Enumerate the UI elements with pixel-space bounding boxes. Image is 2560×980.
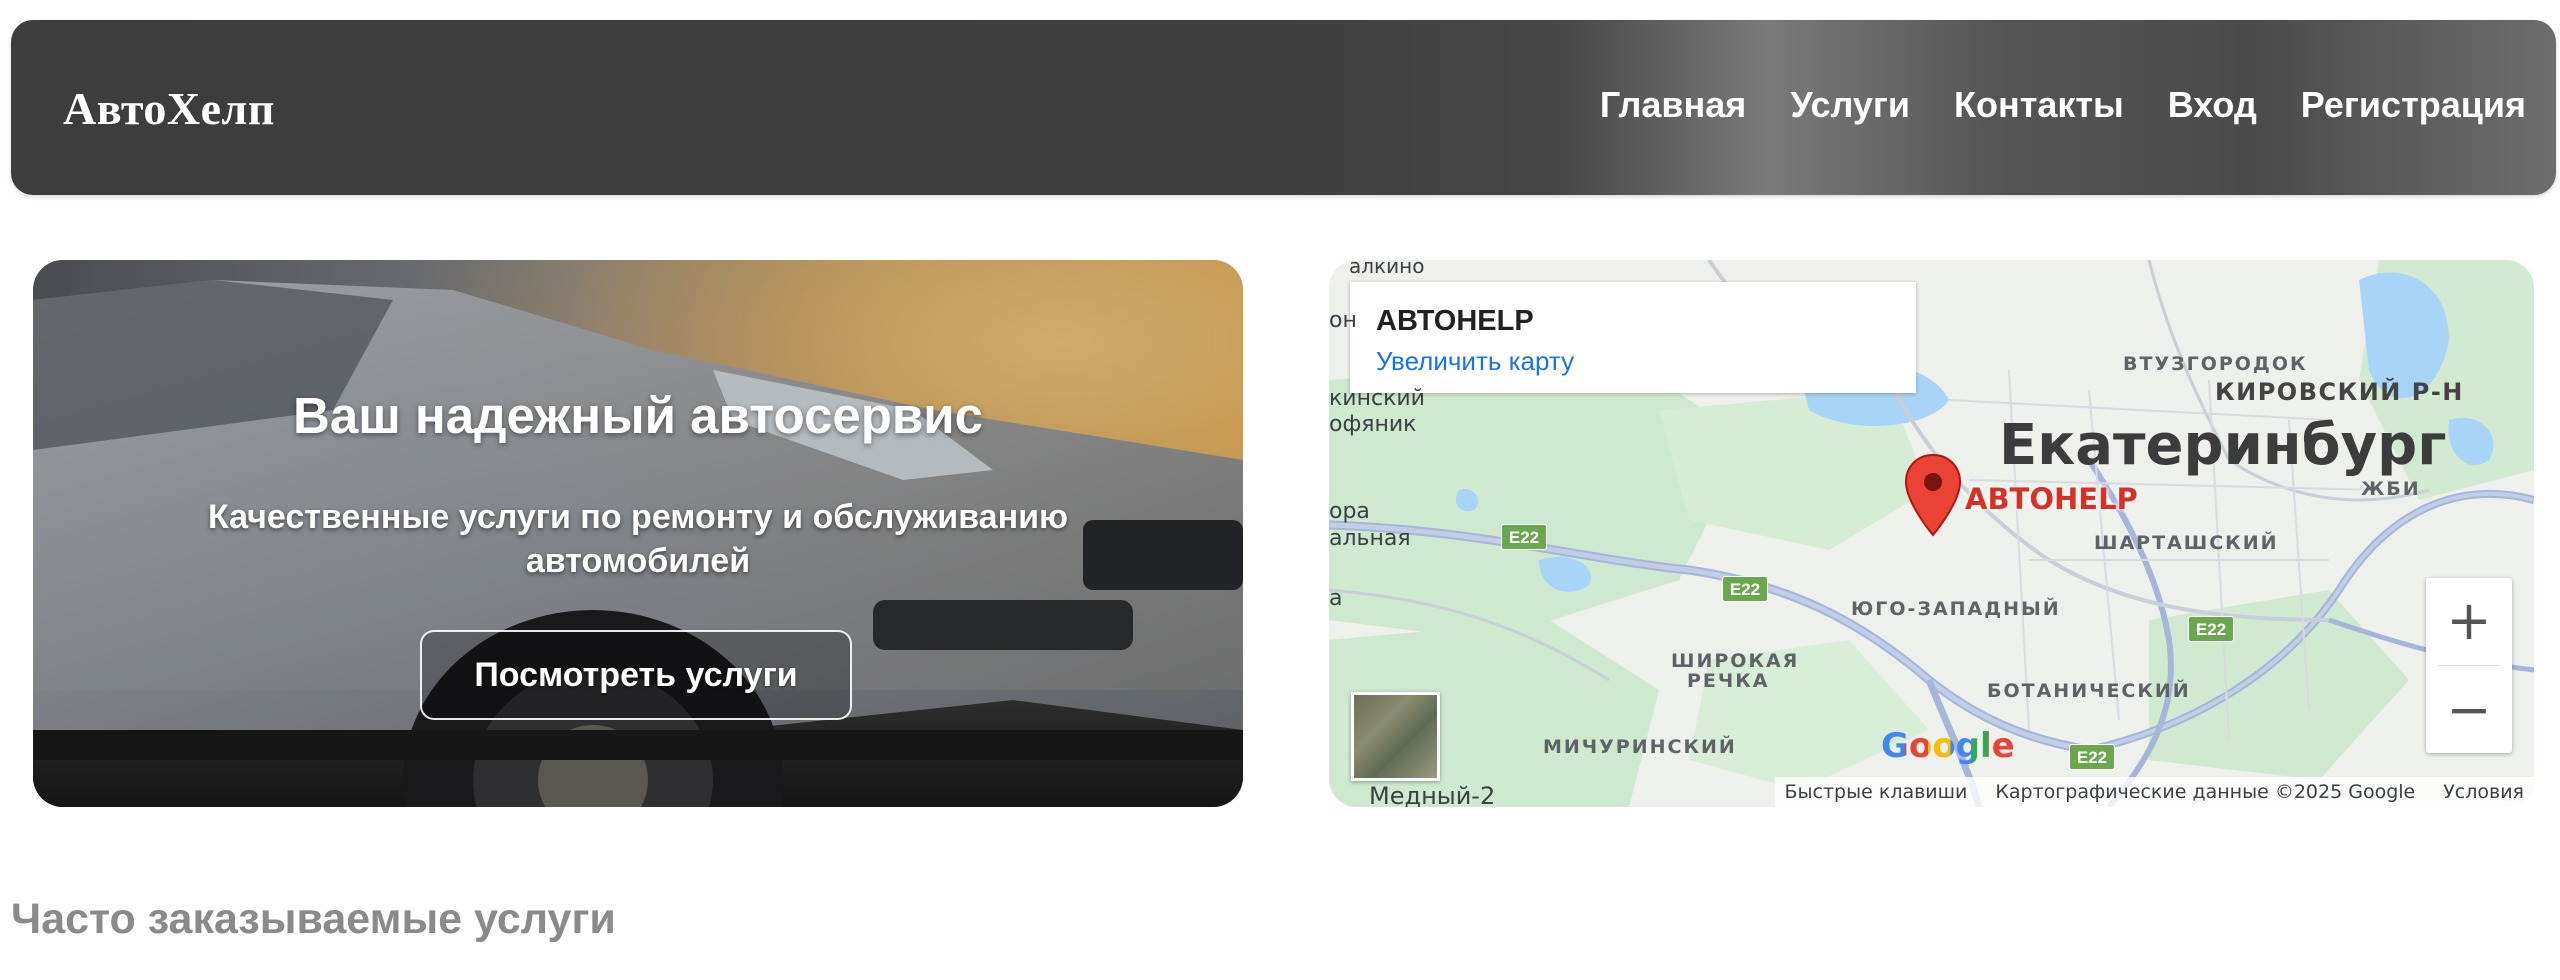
popular-services-heading: Часто заказываемые услуги bbox=[11, 895, 616, 943]
map-edge-label: альная bbox=[1329, 526, 1411, 551]
zoom-divider bbox=[2438, 665, 2500, 666]
keyboard-shortcuts-link[interactable]: Быстрые клавиши bbox=[1785, 781, 1968, 803]
map-embed[interactable]: АВТОHELP Увеличить карту алкино он кинск… bbox=[1329, 260, 2534, 807]
hero-subtitle: Качественные услуги по ремонту и обслужи… bbox=[207, 498, 1069, 580]
road-badge: E22 bbox=[2188, 616, 2234, 642]
hero-banner: Ваш надежный автосервис Качественные усл… bbox=[33, 260, 1243, 807]
map-pin-icon[interactable] bbox=[1903, 453, 1963, 537]
hero-title: Ваш надежный автосервис bbox=[293, 387, 983, 444]
site-header: АвтоХелп Главная Услуги Контакты Вход Ре… bbox=[11, 20, 2556, 195]
road-badge: E22 bbox=[1501, 524, 1547, 550]
google-logo-text: Google bbox=[1881, 726, 2015, 766]
view-services-button[interactable]: Посмотреть услуги bbox=[420, 630, 852, 720]
map-edge-label: он bbox=[1329, 308, 1357, 333]
map-place-card: АВТОHELP Увеличить карту bbox=[1350, 282, 1916, 393]
district-label: РЕЧКА bbox=[1687, 670, 1770, 692]
satellite-layer-toggle[interactable] bbox=[1351, 692, 1440, 781]
map-edge-label: офяник bbox=[1329, 412, 1417, 437]
map-edge-label: а bbox=[1329, 586, 1343, 611]
hero-content: Ваш надежный автосервис Качественные усл… bbox=[33, 260, 1243, 807]
nav-home[interactable]: Главная bbox=[1600, 84, 1746, 126]
zoom-in-button[interactable]: + bbox=[2426, 578, 2512, 664]
terms-link[interactable]: Условия bbox=[2443, 781, 2524, 803]
district-label: ШИРОКАЯ bbox=[1671, 650, 1800, 672]
map-edge-label: алкино bbox=[1349, 260, 1425, 278]
nav-login[interactable]: Вход bbox=[2168, 84, 2257, 126]
district-label: КИРОВСКИЙ Р-Н bbox=[2215, 378, 2464, 406]
map-edge-label: кинский bbox=[1329, 386, 1425, 411]
nav-contacts[interactable]: Контакты bbox=[1954, 84, 2124, 126]
google-logo: Google bbox=[1881, 726, 2015, 766]
map-edge-label: ора bbox=[1329, 499, 1370, 524]
enlarge-map-link[interactable]: Увеличить карту bbox=[1376, 346, 1574, 377]
district-label: БОТАНИЧЕСКИЙ bbox=[1987, 680, 2191, 702]
map-pin-label: АВТОHELP bbox=[1965, 482, 2138, 516]
district-label: ЮГО-ЗАПАДНЫЙ bbox=[1851, 598, 2061, 620]
zoom-out-button[interactable]: − bbox=[2426, 667, 2512, 753]
district-label: ВТУЗГОРОДОК bbox=[2123, 353, 2308, 375]
map-attribution: Быстрые клавиши Картографические данные … bbox=[1774, 777, 2534, 807]
site-logo[interactable]: АвтоХелп bbox=[63, 82, 275, 135]
road-badge: E22 bbox=[1722, 576, 1768, 602]
map-city-label: Екатеринбург bbox=[1999, 413, 2447, 478]
district-label: МИЧУРИНСКИЙ bbox=[1543, 736, 1737, 758]
main-nav: Главная Услуги Контакты Вход Регистрация bbox=[1600, 84, 2526, 126]
district-label: ШАРТАШСКИЙ bbox=[2094, 532, 2279, 554]
nav-services[interactable]: Услуги bbox=[1790, 84, 1910, 126]
map-edge-label: Медный-2 bbox=[1369, 782, 1496, 807]
nav-register[interactable]: Регистрация bbox=[2301, 84, 2526, 126]
district-label: ЖБИ bbox=[2361, 478, 2421, 500]
map-place-title: АВТОHELP bbox=[1376, 305, 1534, 337]
road-badge: E22 bbox=[2069, 744, 2115, 770]
map-data-link[interactable]: Картографические данные ©2025 Google bbox=[1995, 781, 2415, 803]
zoom-controls: + − bbox=[2426, 578, 2512, 753]
